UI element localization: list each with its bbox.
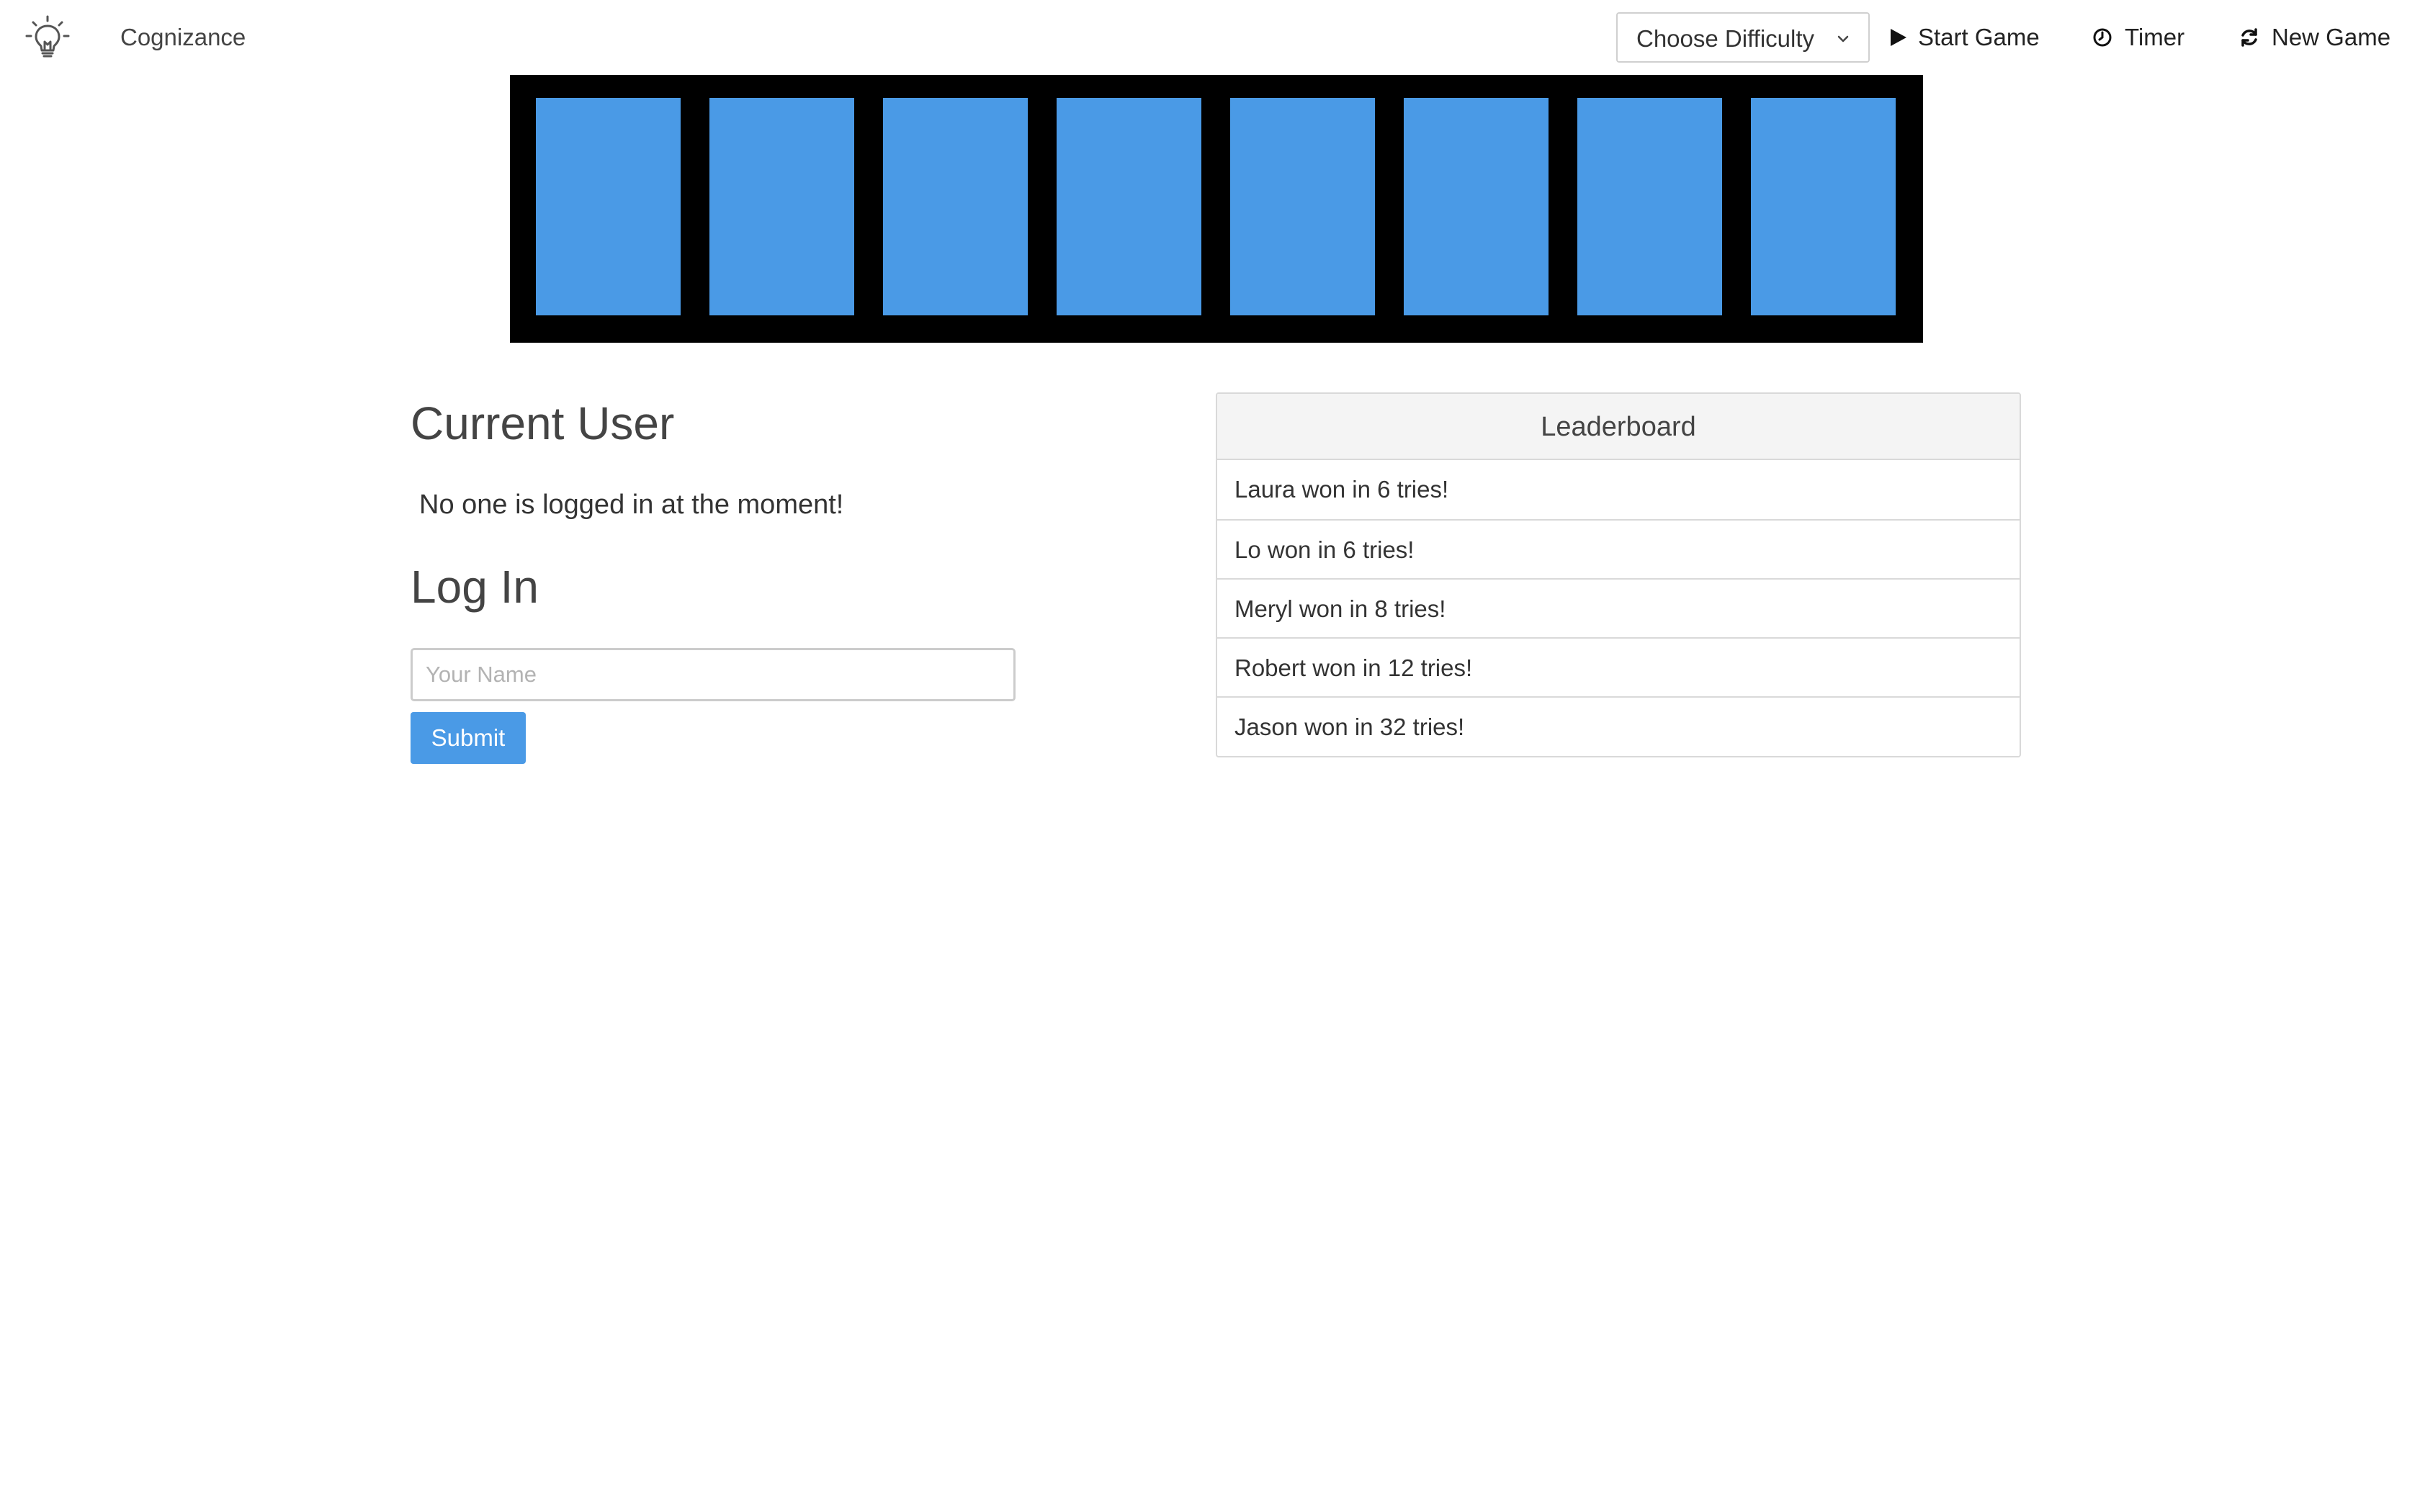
new-game-label: New Game	[2272, 24, 2391, 50]
name-input[interactable]	[411, 648, 1016, 701]
memory-card[interactable]	[1404, 98, 1549, 315]
leaderboard-entry: Jason won in 32 tries!	[1217, 696, 2020, 755]
leaderboard-entry: Laura won in 6 tries!	[1234, 476, 1449, 503]
timer-button[interactable]: Timer	[2092, 22, 2192, 53]
start-game-button[interactable]: Start Game	[1887, 22, 2045, 53]
timer-label: Timer	[2125, 24, 2185, 50]
difficulty-label: Choose Difficulty	[1636, 25, 1815, 52]
current-user-heading: Current User	[411, 397, 675, 449]
leaderboard-panel: Leaderboard Laura won in 6 tries! Lo won…	[1216, 392, 2021, 757]
refresh-icon	[2241, 28, 2257, 47]
brand-name[interactable]: Cognizance	[120, 22, 246, 53]
play-icon	[1891, 29, 1906, 46]
memory-card[interactable]	[1230, 98, 1375, 315]
difficulty-dropdown[interactable]: Choose Difficulty	[1616, 12, 1870, 63]
memory-card[interactable]	[883, 98, 1028, 315]
navbar: Cognizance Choose Difficulty Start Game …	[0, 0, 2420, 75]
user-status-text: No one is logged in at the moment!	[419, 490, 844, 520]
login-heading: Log In	[411, 561, 539, 613]
start-game-label: Start Game	[1918, 24, 2040, 50]
leaderboard-title: Leaderboard	[1217, 394, 2020, 460]
submit-button[interactable]: Submit	[411, 712, 526, 764]
memory-card[interactable]	[1057, 98, 1201, 315]
lightbulb-icon[interactable]	[24, 14, 71, 60]
leaderboard-entry: Meryl won in 8 tries!	[1217, 578, 2020, 637]
card-board	[510, 75, 1923, 343]
memory-card[interactable]	[1751, 98, 1896, 315]
leaderboard-entry: Robert won in 12 tries!	[1217, 637, 2020, 696]
chevron-down-icon	[1835, 31, 1851, 47]
new-game-button[interactable]: New Game	[2238, 22, 2404, 53]
leaderboard-entry: Lo won in 6 tries!	[1217, 519, 2020, 578]
clock-icon	[2093, 28, 2112, 47]
memory-card[interactable]	[536, 98, 681, 315]
memory-card[interactable]	[1577, 98, 1722, 315]
memory-card[interactable]	[709, 98, 854, 315]
